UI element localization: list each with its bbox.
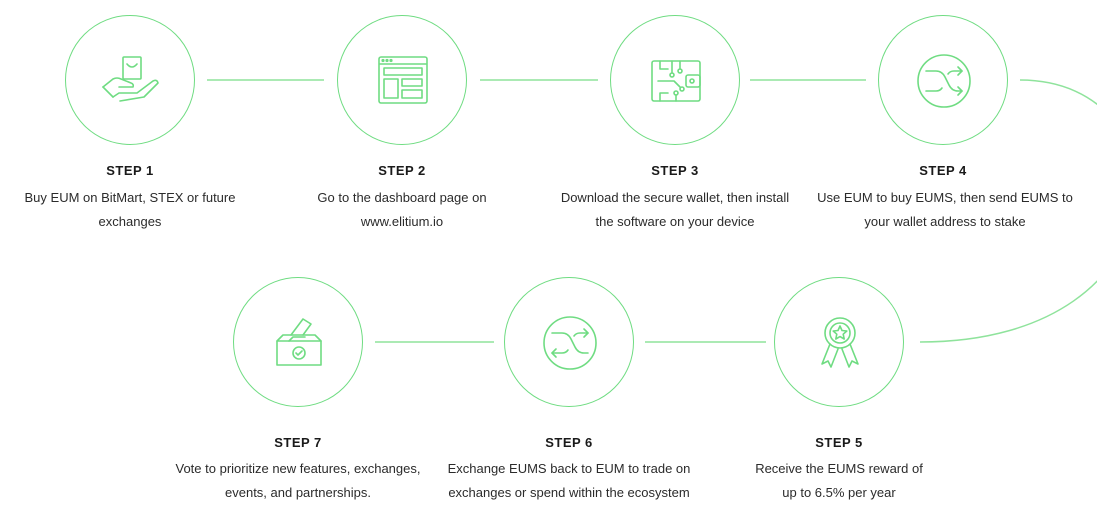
hand-shopping-bag-icon [102,56,159,102]
step-1-desc: Buy EUM on BitMart, STEX or future excha… [24,190,236,229]
step-7-desc: Vote to prioritize new features, exchang… [175,461,421,500]
step-3-title: STEP 3 [651,163,699,178]
step-1-title: STEP 1 [106,163,154,178]
step-6-title: STEP 6 [545,435,593,450]
step-5-circle [774,277,904,407]
step-4-desc: Use EUM to buy EUMS, then send EUMS to y… [817,190,1073,229]
step-6-circle [504,277,634,407]
circuit-wallet-icon [651,60,701,102]
exchange-arrows-icon [917,54,971,108]
step-3-desc: Download the secure wallet, then install… [560,190,790,229]
step-7-title: STEP 7 [274,435,322,450]
step-3-circle [610,15,740,145]
dashboard-icon [378,56,428,104]
step-1-circle [65,15,195,145]
step-7-circle [233,277,363,407]
step-5-desc: Receive the EUMS reward of up to 6.5% pe… [755,461,923,500]
step-4-circle [878,15,1008,145]
step-2-title: STEP 2 [378,163,426,178]
ballot-box-icon [276,318,322,366]
step-2-circle [337,15,467,145]
step-5-title: STEP 5 [815,435,863,450]
award-ribbon-icon [821,317,859,368]
step-4-title: STEP 4 [919,163,967,178]
exchange-arrows-icon [543,316,597,370]
steps-diagram: STEP 1 Buy EUM on BitMart, STEX or futur… [0,0,1097,522]
step-6-desc: Exchange EUMS back to EUM to trade on ex… [447,461,691,500]
step-2-desc: Go to the dashboard page on www.elitium.… [317,190,487,229]
